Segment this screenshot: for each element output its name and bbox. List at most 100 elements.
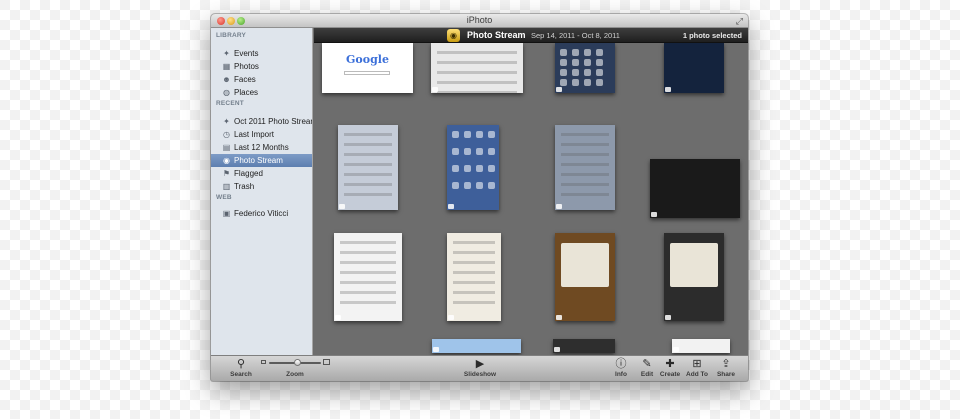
content-header: ◉ Photo Stream Sep 14, 2011 - Oct 8, 201… [314,28,748,43]
sidebar-item-oct-2011-photo-stream[interactable]: ✦ Oct 2011 Photo Stream [211,115,312,128]
iphoto-window: iPhoto ⤢ LIBRARY ✦ Events ▦ Photos ☻ Faces ◍ Pla… [211,14,748,381]
photo-thumbnail[interactable] [650,159,740,218]
trash-icon: ▥ [222,182,231,191]
thumbnail-detail [340,301,396,304]
photo-thumbnail[interactable] [555,125,615,210]
thumbnail-detail [464,165,471,172]
thumbnail-detail [596,69,603,76]
photo-stream-badge-icon [665,315,671,320]
title-bar: iPhoto ⤢ [211,14,748,28]
thumbnail-detail [476,148,483,155]
thumbnail-detail [561,243,609,287]
thumbnail-detail [340,261,396,264]
photo-thumbnail[interactable] [555,233,615,321]
thumbnail-detail [561,133,609,136]
search-button[interactable]: ⚲ Search [225,358,257,378]
add-to-icon: ⊞ [692,358,702,370]
thumbnail-detail [572,79,579,86]
slideshow-button[interactable]: ▶ Slideshow [461,358,499,378]
photo-grid: Google [314,43,748,355]
photo-thumbnail[interactable] [334,233,402,321]
photo-thumbnail[interactable] [672,339,730,353]
events-icon: ✦ [223,49,230,58]
sidebar-item-trash[interactable]: ▥ Trash [211,180,312,193]
photo-thumbnail[interactable]: Google [322,43,413,93]
google-logo-text: Google [346,53,389,66]
info-icon: ⓘ [615,358,627,370]
thumbnail-detail [596,79,603,86]
thumbnail-detail [464,148,471,155]
photo-thumbnail[interactable] [431,43,523,93]
thumbnail-detail [584,69,591,76]
create-button[interactable]: ✚ Create [657,358,683,378]
thumbnail-detail [344,133,392,136]
zoom-in-icon[interactable] [323,359,330,365]
sidebar-item-federico-viticci[interactable]: ▣ Federico Viticci [211,207,312,220]
photo-thumbnail[interactable] [447,125,499,210]
photo-thumbnail[interactable] [555,43,615,93]
thumbnail-detail [453,241,495,244]
photo-stream-badge-icon [448,204,454,209]
photo-stream-header-icon: ◉ [447,29,460,42]
search-icon: ⚲ [236,358,246,370]
photo-stream-badge-icon [554,347,560,352]
photo-stream-badge-icon [339,204,345,209]
share-icon: ⇪ [721,358,731,370]
sidebar-item-label: Federico Viticci [234,209,289,218]
photo-thumbnail[interactable] [338,125,398,210]
sidebar-item-photos[interactable]: ▦ Photos [211,60,312,73]
thumbnail-detail [561,183,609,186]
photo-thumbnail[interactable] [447,233,501,321]
zoom-slider-track[interactable] [269,359,321,366]
thumbnail-detail [344,183,392,186]
zoom-control[interactable]: Zoom [261,359,330,379]
zoom-slider-knob[interactable] [294,359,301,366]
sidebar-heading-web: WEB [216,194,232,201]
thumbnail-detail [344,193,392,196]
info-button[interactable]: ⓘ Info [608,358,634,378]
photo-stream-badge-icon [448,315,454,320]
thumbnail-detail [572,59,579,66]
create-icon: ✚ [665,358,675,370]
photo-thumbnail[interactable] [432,339,521,353]
sidebar-item-photo-stream[interactable]: ◉ Photo Stream [211,154,312,167]
thumbnail-detail [452,131,459,138]
sidebar-item-flagged[interactable]: ⚑ Flagged [211,167,312,180]
sidebar-heading-recent: RECENT [216,100,244,107]
photo-thumbnail[interactable] [553,339,615,353]
zoom-out-icon[interactable] [261,360,266,364]
thumbnail-detail [596,49,603,56]
sidebar-item-faces[interactable]: ☻ Faces [211,73,312,86]
photo-stream-badge-icon [556,204,562,209]
thumbnail-detail [584,49,591,56]
photo-stream-badge-icon [665,87,671,92]
sidebar-item-label: Faces [234,75,256,84]
thumbnail-detail [437,81,517,84]
thumbnail-detail [340,251,396,254]
thumbnail-detail [437,91,517,93]
thumbnail-detail [464,182,471,189]
add-to-button[interactable]: ⊞ Add To [684,358,710,378]
photo-thumbnail[interactable] [664,233,724,321]
sidebar-item-last-import[interactable]: ◷ Last Import [211,128,312,141]
header-date-range: Sep 14, 2011 - Oct 8, 2011 [531,31,620,40]
faces-icon: ☻ [222,75,231,84]
photo-thumbnail[interactable] [664,43,724,93]
sidebar-item-places[interactable]: ◍ Places [211,86,312,99]
thumbnail-detail [437,51,517,54]
thumbnail-detail [584,79,591,86]
thumbnail-detail [476,165,483,172]
thumbnail-detail [561,153,609,156]
thumbnail-detail [488,131,495,138]
sidebar-item-events[interactable]: ✦ Events [211,47,312,60]
thumbnail-detail [340,271,396,274]
fullscreen-icon[interactable]: ⤢ [736,16,743,27]
sidebar-item-label: Photo Stream [234,156,283,165]
thumbnail-detail [453,261,495,264]
sidebar-item-last-12-months[interactable]: ▤ Last 12 Months [211,141,312,154]
thumbnail-detail [340,291,396,294]
thumbnail-detail [596,59,603,66]
toolbar-label: Create [659,371,681,378]
share-button[interactable]: ⇪ Share [713,358,739,378]
event-icon: ✦ [223,117,230,126]
